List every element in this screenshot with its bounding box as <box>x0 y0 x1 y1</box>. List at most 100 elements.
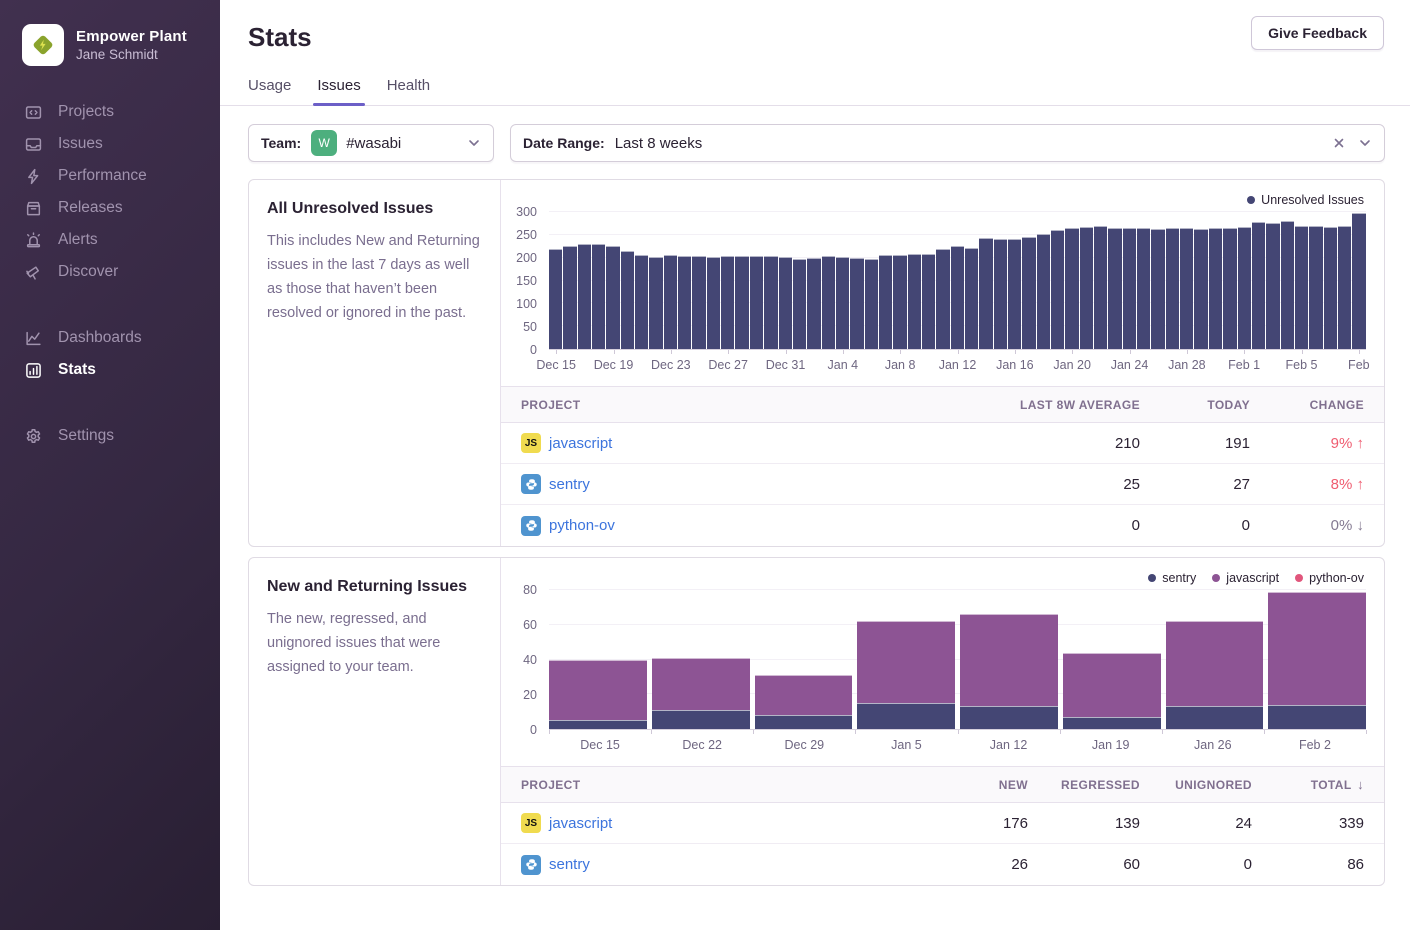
chart-bar[interactable] <box>1166 590 1264 729</box>
sidebar-item-discover[interactable]: Discover <box>0 256 220 288</box>
chart-bar[interactable] <box>1194 212 1207 349</box>
chart-bar[interactable] <box>721 212 734 349</box>
chart-bar[interactable] <box>922 212 935 349</box>
legend-item[interactable]: Unresolved Issues <box>1247 192 1364 207</box>
chart-bar[interactable] <box>621 212 634 349</box>
chart-bar[interactable] <box>1209 212 1222 349</box>
chart-bar[interactable] <box>1022 212 1035 349</box>
chart-bar[interactable] <box>1051 212 1064 349</box>
chart-bar[interactable] <box>652 590 750 729</box>
team-filter[interactable]: Team: W #wasabi <box>248 124 494 162</box>
project-link[interactable]: sentry <box>549 856 590 873</box>
column-header-total-sort[interactable]: TOTAL ↓ <box>1272 777 1384 792</box>
chart-bar[interactable] <box>865 212 878 349</box>
chart-bar[interactable] <box>836 212 849 349</box>
sidebar-item-settings[interactable]: Settings <box>0 420 220 452</box>
chart-bar[interactable] <box>979 212 992 349</box>
chart-bar[interactable] <box>779 212 792 349</box>
sidebar-item-issues[interactable]: Issues <box>0 128 220 160</box>
chart-bar[interactable] <box>735 212 748 349</box>
chart-bar[interactable] <box>606 212 619 349</box>
project-link[interactable]: python-ov <box>549 517 615 534</box>
project-link[interactable]: sentry <box>549 476 590 493</box>
legend-item[interactable]: javascript <box>1212 570 1279 585</box>
chart-bar[interactable] <box>1123 212 1136 349</box>
chart-bar[interactable] <box>850 212 863 349</box>
chart-bar[interactable] <box>649 212 662 349</box>
chart-bar[interactable] <box>908 212 921 349</box>
org-switcher[interactable]: Empower Plant Jane Schmidt <box>0 18 220 88</box>
releases-icon <box>24 199 42 217</box>
sidebar-item-releases[interactable]: Releases <box>0 192 220 224</box>
chart-bar[interactable] <box>635 212 648 349</box>
clear-icon[interactable] <box>1332 136 1346 150</box>
new-returning-issues-chart[interactable]: sentryjavascriptpython-ov020406080Dec 15… <box>501 558 1384 758</box>
project-link[interactable]: javascript <box>549 435 612 452</box>
chart-bar[interactable] <box>879 212 892 349</box>
chart-bar[interactable] <box>664 212 677 349</box>
tab-health[interactable]: Health <box>387 77 430 105</box>
sidebar-item-alerts[interactable]: Alerts <box>0 224 220 256</box>
chart-bar[interactable] <box>1238 212 1251 349</box>
chart-bar[interactable] <box>1223 212 1236 349</box>
chart-bar[interactable] <box>1080 212 1093 349</box>
chart-bar[interactable] <box>793 212 806 349</box>
chart-plot[interactable] <box>549 590 1366 730</box>
sidebar-item-stats[interactable]: Stats <box>0 354 220 386</box>
chart-bar[interactable] <box>965 212 978 349</box>
legend-item[interactable]: python-ov <box>1295 570 1364 585</box>
chart-bar[interactable] <box>893 212 906 349</box>
chart-bar[interactable] <box>994 212 1007 349</box>
chart-bar[interactable] <box>807 212 820 349</box>
chart-bar[interactable] <box>1309 212 1322 349</box>
project-link[interactable]: javascript <box>549 815 612 832</box>
chart-bar[interactable] <box>563 212 576 349</box>
chart-bar[interactable] <box>1166 212 1179 349</box>
chart-bar[interactable] <box>1266 212 1279 349</box>
tab-usage[interactable]: Usage <box>248 77 291 105</box>
chart-bar[interactable] <box>578 212 591 349</box>
chart-bar[interactable] <box>1180 212 1193 349</box>
chart-plot[interactable] <box>549 212 1366 350</box>
chart-bar[interactable] <box>1137 212 1150 349</box>
chart-bar[interactable] <box>592 212 605 349</box>
chart-bar[interactable] <box>1252 212 1265 349</box>
sidebar-item-performance[interactable]: Performance <box>0 160 220 192</box>
chart-bar[interactable] <box>1065 212 1078 349</box>
chart-bar[interactable] <box>764 212 777 349</box>
chart-bar[interactable] <box>1094 212 1107 349</box>
chart-bar[interactable] <box>678 212 691 349</box>
chart-bar[interactable] <box>960 590 1058 729</box>
chart-bar[interactable] <box>1008 212 1021 349</box>
chart-bar[interactable] <box>857 590 955 729</box>
chart-bar[interactable] <box>1268 590 1366 729</box>
chevron-down-icon[interactable] <box>1358 136 1372 150</box>
sidebar-item-dashboards[interactable]: Dashboards <box>0 322 220 354</box>
tab-issues[interactable]: Issues <box>317 77 360 105</box>
chart-bar[interactable] <box>1295 212 1308 349</box>
chart-bar[interactable] <box>1281 212 1294 349</box>
chart-bar[interactable] <box>1352 212 1365 349</box>
chart-bar[interactable] <box>822 212 835 349</box>
panel-description: The new, regressed, and unignored issues… <box>267 608 482 680</box>
chart-bar[interactable] <box>750 212 763 349</box>
give-feedback-button[interactable]: Give Feedback <box>1251 16 1384 50</box>
chart-bar[interactable] <box>951 212 964 349</box>
chart-bar[interactable] <box>1338 212 1351 349</box>
date-range-filter[interactable]: Date Range: Last 8 weeks <box>510 124 1385 162</box>
legend-item[interactable]: sentry <box>1148 570 1196 585</box>
chart-bar[interactable] <box>1151 212 1164 349</box>
sidebar-item-projects[interactable]: Projects <box>0 96 220 128</box>
chart-bar[interactable] <box>936 212 949 349</box>
chart-bar[interactable] <box>1108 212 1121 349</box>
chart-bar[interactable] <box>1324 212 1337 349</box>
chart-bar[interactable] <box>1037 212 1050 349</box>
sidebar-item-label: Releases <box>58 199 123 217</box>
chart-bar[interactable] <box>1063 590 1161 729</box>
chart-bar[interactable] <box>692 212 705 349</box>
chart-bar[interactable] <box>549 212 562 349</box>
chart-bar[interactable] <box>755 590 853 729</box>
chart-bar[interactable] <box>707 212 720 349</box>
unresolved-issues-chart[interactable]: Unresolved Issues050100150200250300Dec 1… <box>501 180 1384 378</box>
chart-bar[interactable] <box>549 590 647 729</box>
